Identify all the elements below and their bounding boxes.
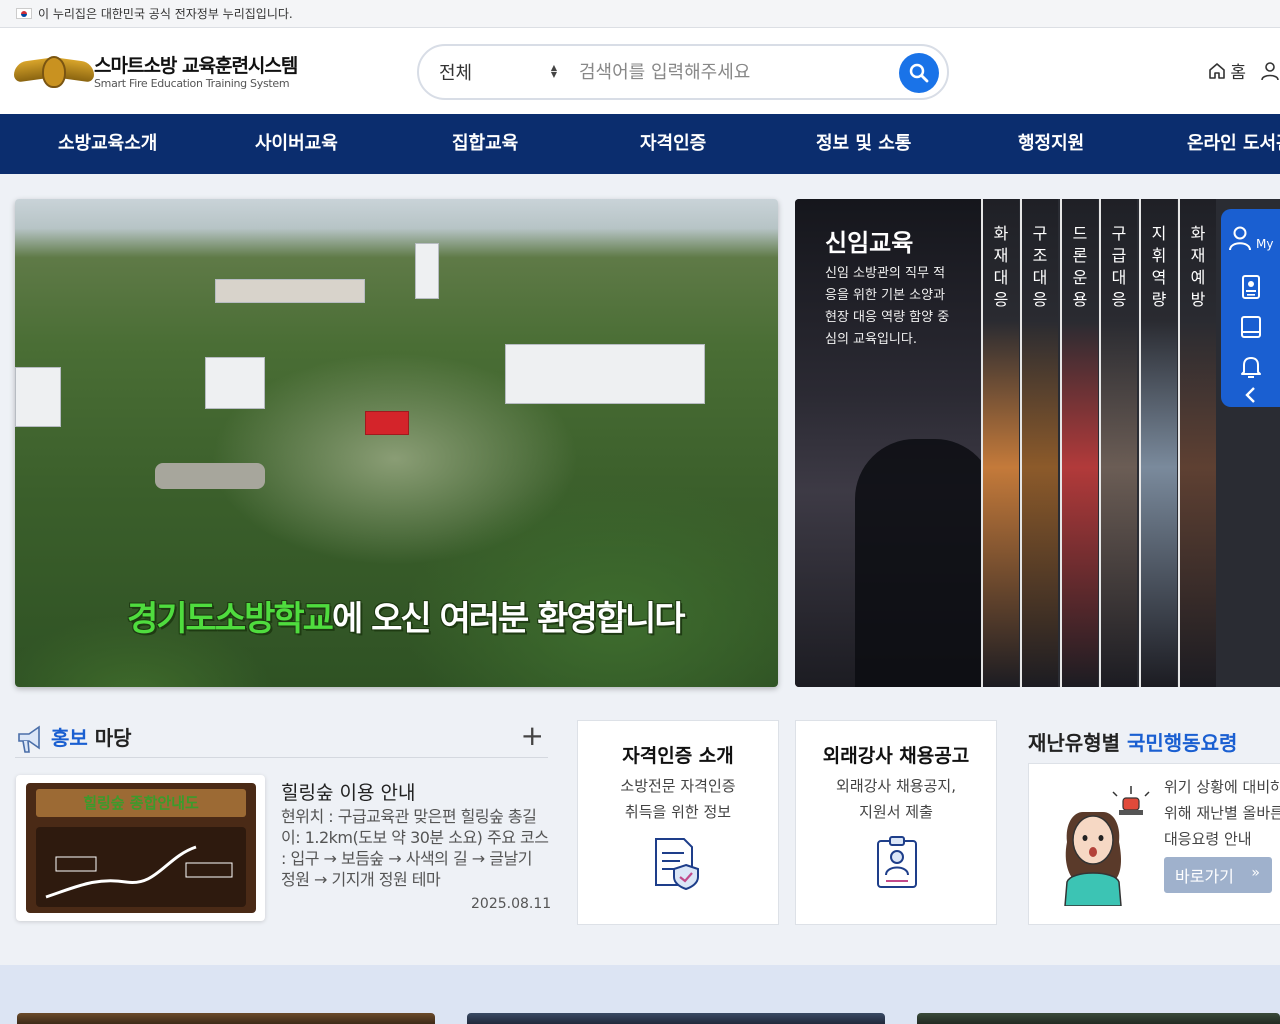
fire-emblem-icon [14,52,94,92]
edu-strip-prevention[interactable]: 화재예방 [1178,199,1216,687]
disaster-guide-description: 위기 상황에 대비하기위해 재난별 올바른대응요령 안내 [1164,778,1280,848]
education-panel: 신임교육 신임 소방관의 직무 적응을 위한 기본 소양과 현장 대응 역량 함… [795,199,1280,687]
card-title: 외래강사 채용공고 [822,745,970,767]
nav-online-library[interactable]: 온라인 도서관 [1187,114,1280,174]
user-icon [1229,226,1251,251]
home-label: 홈 [1230,63,1246,83]
nav-certification[interactable]: 자격인증 [640,114,706,174]
korea-flag-icon [16,8,32,19]
certificate-icon [655,838,699,891]
edu-strip-rescue-response[interactable]: 구조대응 [1020,199,1058,687]
logo-subtitle: Smart Fire Education Training System [94,76,290,90]
promo-thumbnail-card[interactable]: 힐링숲 종합안내도 [16,775,265,921]
red-structure [365,411,409,435]
book-icon[interactable] [1237,313,1265,341]
home-link[interactable]: 홈 [1208,58,1246,83]
instructor-icon [877,836,917,888]
home-icon [1209,62,1226,79]
search-bar: 전체 ▲ ▼ [417,44,949,100]
hero-banner[interactable]: 경기도소방학교에 오신 여러분 환영합니다 [15,199,778,687]
chevron-left-icon[interactable] [1237,385,1265,405]
left-building [15,367,61,427]
gym-building [505,344,705,404]
my-menu-button[interactable]: My [1229,225,1273,251]
alarmed-person-illustration [1064,786,1150,906]
site-logo[interactable]: 스마트소방 교육훈련시스템 Smart Fire Education Train… [14,52,298,92]
certification-intro-card[interactable]: 자격인증 소개 소방전문 자격인증 취득을 위한 정보 [577,720,779,925]
card-description: 소방전문 자격인증 취득을 위한 정보 [620,777,736,821]
tower-building [415,243,439,299]
main-navigation: 소방교육소개 사이버교육 집합교육 자격인증 정보 및 소통 행정지원 온라인 … [0,114,1280,174]
healing-forest-map-image: 힐링숲 종합안내도 [26,783,256,913]
campus-building [215,279,365,303]
gov-banner-text: 이 누리집은 대한민국 공식 전자정부 누리집입니다. [38,7,293,21]
hero-caption: 경기도소방학교에 오신 여러분 환영합니다 [127,599,686,639]
site-header: 스마트소방 교육훈련시스템 Smart Fire Education Train… [0,28,1280,114]
parking-lot [155,463,265,489]
disaster-guide-card: 위기 상황에 대비하기위해 재난별 올바른대응요령 안내 바로가기» [1028,763,1280,925]
select-arrows-icon: ▲ ▼ [550,63,557,79]
promo-item-description: 현위치 : 구급교육관 맞은편 힐링숲 총길이: 1.2km(도보 약 30분 … [281,807,549,889]
promo-more-button[interactable]: + [521,720,544,752]
search-input[interactable] [579,54,889,90]
bottom-thumbnail-1[interactable] [17,1013,435,1024]
nav-fire-education-intro[interactable]: 소방교육소개 [58,114,157,174]
card-title: 자격인증 소개 [622,745,734,767]
bottom-thumbnail-2[interactable] [467,1013,885,1024]
edu-description: 신임 소방관의 직무 적응을 위한 기본 소양과 현장 대응 역량 함양 중심의… [825,266,950,347]
nav-info-communication[interactable]: 정보 및 소통 [816,114,911,174]
search-icon [909,63,929,83]
nav-cyber-education[interactable]: 사이버교육 [255,114,338,174]
edu-title: 신임교육 [825,229,914,257]
promo-title: 홍보 마당 [51,726,132,750]
bottom-thumbnail-3[interactable] [917,1013,1280,1024]
instructor-recruit-card[interactable]: 외래강사 채용공고 외래강사 채용공지, 지원서 제출 [795,720,997,925]
edu-strip-drone[interactable]: 드론운용 [1060,199,1098,687]
nav-admin-support[interactable]: 행정지원 [1018,114,1084,174]
card-description: 외래강사 채용공지, 지원서 제출 [836,777,956,821]
user-icon[interactable] [1260,61,1280,81]
edu-featured[interactable]: 신임교육 신임 소방관의 직무 적응을 위한 기본 소양과 현장 대응 역량 함… [795,199,995,687]
search-button[interactable] [899,53,939,93]
megaphone-icon [18,725,40,753]
edu-strip-emergency[interactable]: 구급대응 [1099,199,1137,687]
search-scope-select[interactable]: 전체 ▲ ▼ [439,46,561,98]
bell-icon[interactable] [1237,353,1265,381]
id-card-icon[interactable] [1237,273,1265,301]
edu-strip-command[interactable]: 지휘역량 [1139,199,1177,687]
search-scope-value: 전체 [439,63,473,84]
disaster-go-button[interactable]: 바로가기» [1164,857,1272,893]
map-board-title: 힐링숲 종합안내도 [36,789,246,817]
gov-banner: 이 누리집은 대한민국 공식 전자정부 누리집입니다. [0,0,1280,28]
edu-strip-fire-response[interactable]: 화재대응 [981,199,1019,687]
utility-menu: 홈 [1208,58,1280,83]
double-chevron-right-icon: » [1251,865,1260,881]
nav-group-education[interactable]: 집합교육 [452,114,518,174]
quick-menu: My [1221,209,1280,407]
promo-item-title[interactable]: 힐링숲 이용 안내 [281,778,415,805]
my-label: My [1256,237,1274,251]
promo-header: 홍보 마당 + [15,720,548,758]
disaster-guide-title: 재난유형별 국민행동요령 [1028,731,1238,755]
promo-item-date: 2025.08.11 [471,896,552,912]
logo-title: 스마트소방 교육훈련시스템 [94,54,298,77]
dorm-building [205,357,265,409]
